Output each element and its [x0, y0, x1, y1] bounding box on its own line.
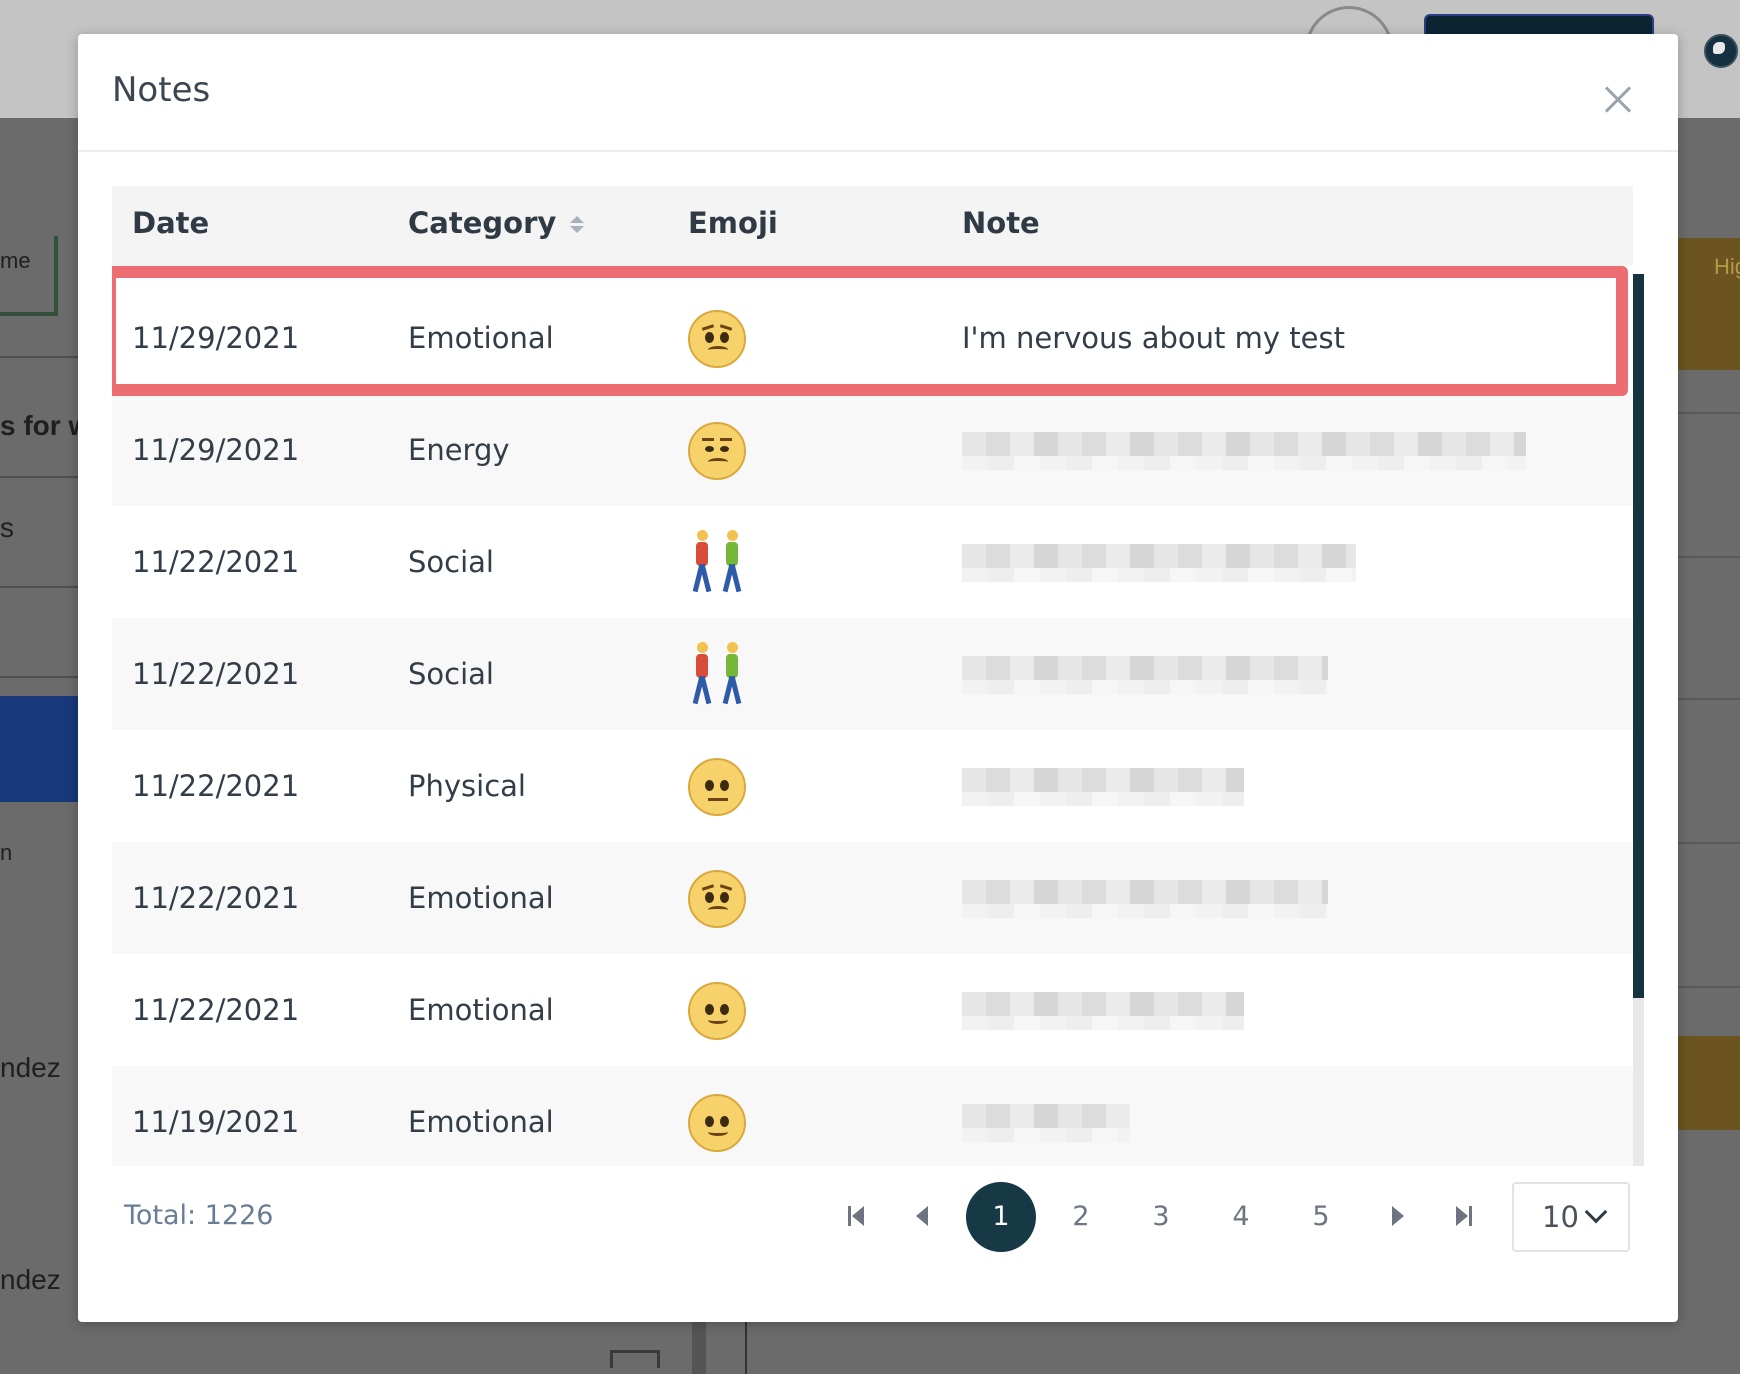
- background-text: n: [0, 840, 13, 865]
- globe-icon: [1704, 34, 1738, 68]
- background-text: ndez: [0, 1052, 61, 1083]
- background-divider: [1676, 556, 1740, 558]
- background-gold-panel: [1676, 1036, 1740, 1130]
- background-text: s: [0, 512, 14, 543]
- table-row[interactable]: 11/22/2021 Physical: [112, 730, 1633, 842]
- table-body: 11/29/2021 Emotional I'm nervous about m…: [112, 266, 1633, 1166]
- column-header-emoji: Emoji: [688, 206, 778, 240]
- table-row[interactable]: 11/22/2021 Emotional: [112, 842, 1633, 954]
- per-page-value: 10: [1542, 1200, 1579, 1234]
- row-date: 11/22/2021: [132, 545, 300, 579]
- row-date: 11/22/2021: [132, 657, 300, 691]
- background-icon: [610, 1350, 660, 1368]
- background-blue-panel: [0, 696, 78, 802]
- background-divider: [0, 676, 78, 678]
- scrollbar-thumb[interactable]: [1633, 274, 1644, 998]
- background-divider: [1676, 986, 1740, 988]
- background-text: ndez: [0, 1264, 61, 1295]
- table-row[interactable]: 11/19/2021 Emotional: [112, 1066, 1633, 1166]
- row-category: Social: [408, 545, 494, 579]
- background-text: me: [0, 248, 31, 273]
- row-category: Energy: [408, 433, 510, 467]
- background-divider: [0, 356, 78, 358]
- modal-header: Notes: [78, 34, 1678, 152]
- row-category: Social: [408, 657, 494, 691]
- row-category: Emotional: [408, 993, 554, 1027]
- next-page-icon[interactable]: [1386, 1204, 1410, 1228]
- column-header-note: Note: [962, 206, 1040, 240]
- row-date: 11/29/2021: [132, 433, 300, 467]
- chevron-down-icon: [1584, 1200, 1608, 1224]
- notes-table: Date Category Emoji Note 11/29/2021 Emot…: [112, 186, 1644, 1166]
- background-divider: [0, 586, 78, 588]
- previous-page-icon[interactable]: [910, 1204, 934, 1228]
- table-row[interactable]: 11/29/2021 Emotional I'm nervous about m…: [112, 282, 1633, 394]
- first-page-icon[interactable]: [846, 1204, 870, 1228]
- page-button-5[interactable]: 5: [1286, 1182, 1356, 1252]
- page-button-1[interactable]: 1: [966, 1182, 1036, 1252]
- total-count: Total: 1226: [124, 1200, 274, 1231]
- background-bar: [692, 1322, 706, 1374]
- close-icon[interactable]: [1598, 80, 1638, 120]
- background-text: Hig: [1714, 254, 1740, 279]
- page-button-4[interactable]: 4: [1206, 1182, 1276, 1252]
- row-date: 11/19/2021: [132, 1105, 300, 1139]
- row-category: Emotional: [408, 881, 554, 915]
- page-button-3[interactable]: 3: [1126, 1182, 1196, 1252]
- table-row[interactable]: 11/29/2021 Energy: [112, 394, 1633, 506]
- page-button-2[interactable]: 2: [1046, 1182, 1116, 1252]
- column-header-category-label: Category: [408, 206, 557, 240]
- background-divider: [1676, 698, 1740, 700]
- column-header-category[interactable]: Category: [408, 206, 585, 240]
- scrollbar[interactable]: [1633, 274, 1644, 1166]
- row-date: 11/29/2021: [132, 321, 300, 355]
- modal-title: Notes: [112, 70, 211, 110]
- row-category: Emotional: [408, 1105, 554, 1139]
- row-date: 11/22/2021: [132, 881, 300, 915]
- per-page-select[interactable]: 10: [1512, 1182, 1630, 1252]
- background-divider: [1676, 842, 1740, 844]
- background-text: s for w: [0, 410, 91, 441]
- row-note: I'm nervous about my test: [962, 321, 1345, 355]
- background-line: [745, 1322, 747, 1374]
- background-divider: [1676, 412, 1740, 414]
- table-row[interactable]: 11/22/2021 Emotional: [112, 954, 1633, 1066]
- table-header: Date Category Emoji Note: [112, 186, 1633, 266]
- column-header-date: Date: [132, 206, 210, 240]
- row-category: Emotional: [408, 321, 554, 355]
- table-row[interactable]: 11/22/2021 Social: [112, 506, 1633, 618]
- sort-icon[interactable]: [570, 214, 585, 236]
- row-date: 11/22/2021: [132, 769, 300, 803]
- table-row[interactable]: 11/22/2021 Social: [112, 618, 1633, 730]
- row-date: 11/22/2021: [132, 993, 300, 1027]
- last-page-icon[interactable]: [1452, 1204, 1476, 1228]
- row-category: Physical: [408, 769, 526, 803]
- background-divider: [0, 476, 78, 478]
- notes-modal: Notes Date Category Emoji Note 11/29/202…: [78, 34, 1678, 1322]
